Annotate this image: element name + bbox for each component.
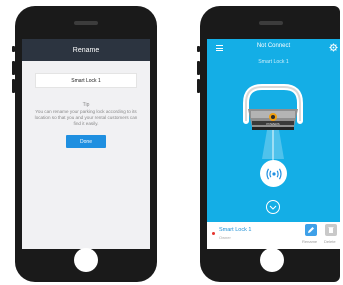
bluetooth-signal-icon — [265, 168, 282, 179]
trash-icon — [328, 227, 334, 233]
status-dot — [212, 232, 215, 235]
lock-list-item[interactable]: Smart Lock 1 Owner Rename Delete — [207, 222, 340, 249]
tip-text: You can rename your parking lock accordi… — [34, 109, 138, 126]
phone-left: Rename Smart Lock 1 Tip You can rename y… — [12, 6, 157, 282]
pencil-icon — [308, 227, 314, 233]
list-lock-name: Smart Lock 1 — [219, 227, 252, 233]
delete-label: Delete — [324, 239, 336, 244]
list-lock-role: Owner — [219, 235, 231, 240]
phone-right: Not Connect Smart Lock 1 POWERS Smart Lo… — [197, 6, 340, 282]
connection-status: Not Connect — [256, 43, 291, 49]
top-bar: Not Connect — [207, 39, 340, 57]
mute-switch — [12, 46, 15, 52]
mute-switch — [197, 46, 200, 52]
home-button[interactable] — [260, 248, 284, 272]
parking-lock-illustration: POWERS — [243, 84, 303, 161]
speaker-grille — [74, 21, 98, 25]
rename-nav-bar: Rename — [22, 39, 150, 61]
page-title: Rename — [72, 46, 100, 54]
connect-button[interactable] — [260, 160, 287, 187]
settings-icon[interactable] — [329, 43, 338, 52]
done-button[interactable]: Done — [66, 135, 106, 148]
volume-down-button — [197, 79, 200, 93]
speaker-grille — [259, 21, 283, 25]
lock-name-input[interactable]: Smart Lock 1 — [35, 73, 137, 88]
screenshot-canvas: Rename Smart Lock 1 Tip You can rename y… — [0, 0, 343, 285]
expand-button[interactable] — [266, 200, 280, 214]
main-screen: Not Connect Smart Lock 1 POWERS Smart Lo… — [207, 39, 340, 249]
rename-button[interactable] — [305, 224, 317, 236]
volume-up-button — [197, 61, 200, 75]
chevron-down-icon — [269, 205, 277, 210]
delete-button[interactable] — [325, 224, 337, 236]
tip-title: Tip — [82, 102, 90, 108]
rename-screen: Rename Smart Lock 1 Tip You can rename y… — [22, 39, 150, 249]
volume-up-button — [12, 61, 15, 75]
volume-down-button — [12, 79, 15, 93]
home-button[interactable] — [74, 248, 98, 272]
rename-label: Rename — [302, 239, 318, 244]
lock-name-subtitle: Smart Lock 1 — [258, 59, 289, 65]
device-brand-label: POWERS — [266, 122, 279, 126]
